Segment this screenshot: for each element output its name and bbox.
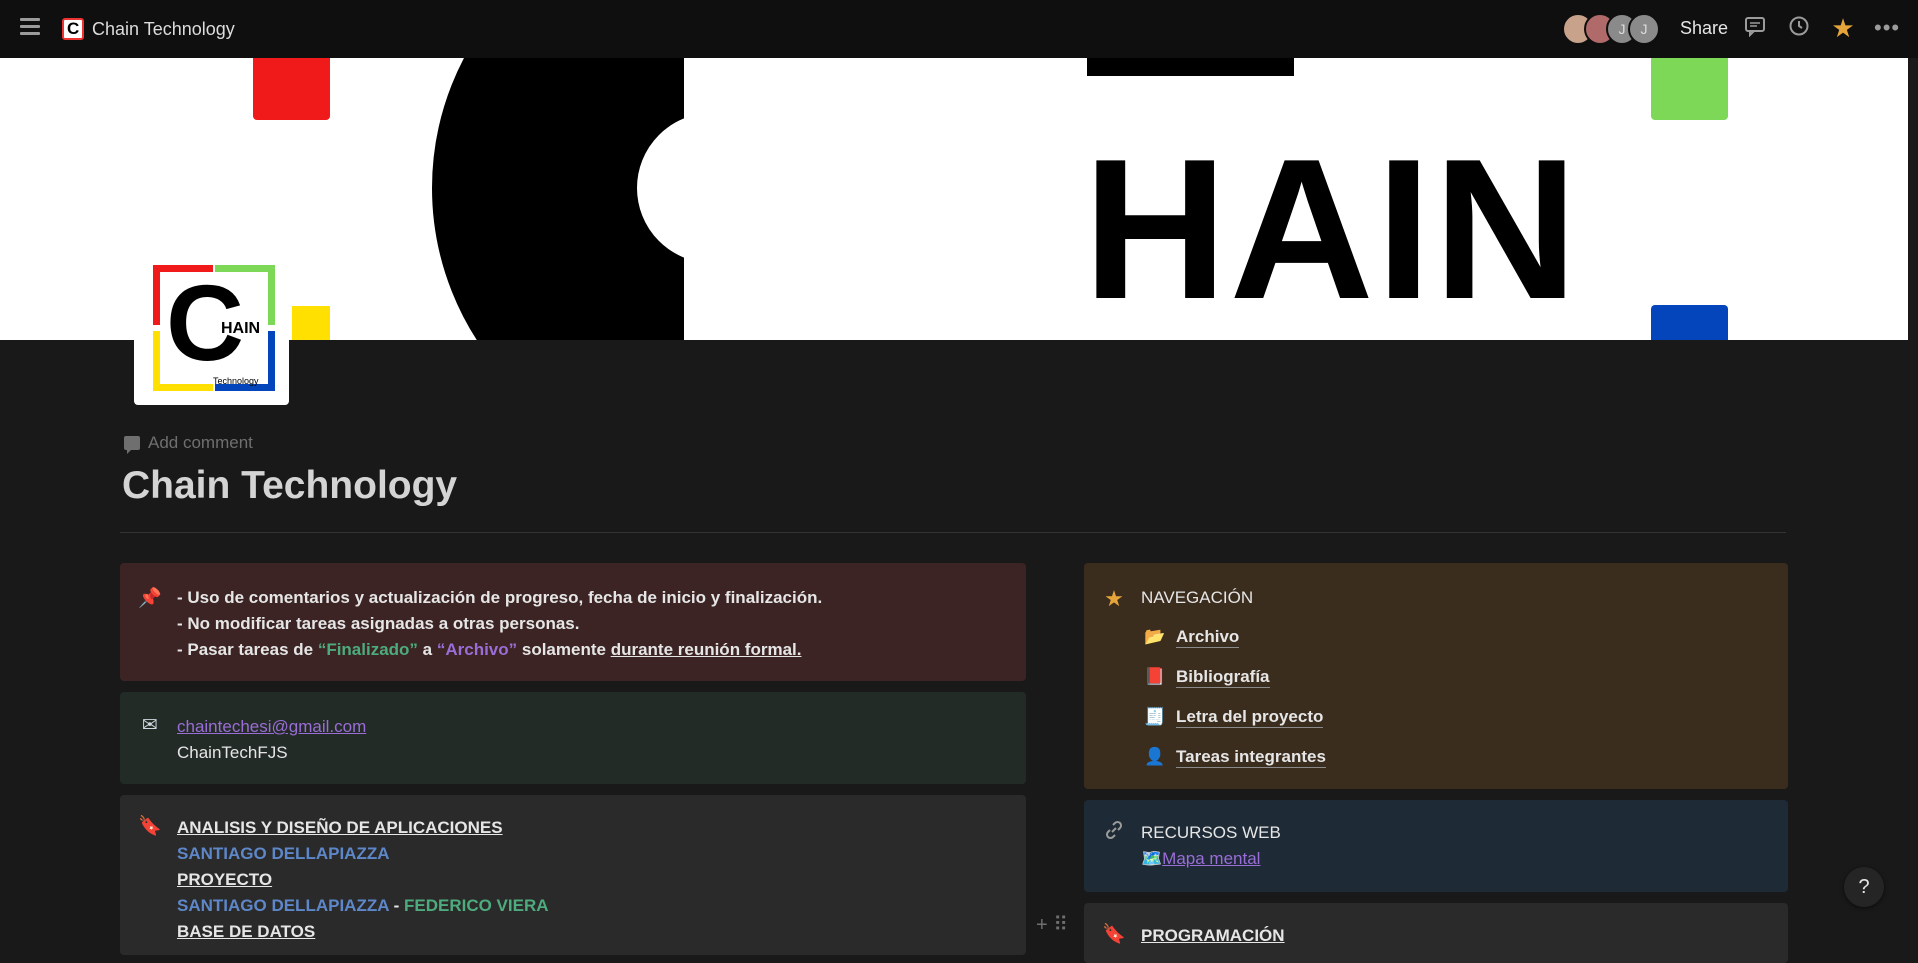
divider xyxy=(120,532,1786,533)
rule-line: - No modificar tareas asignadas a otras … xyxy=(177,614,580,633)
link-icon xyxy=(1102,820,1126,844)
comments-icon[interactable] xyxy=(1742,15,1768,41)
email-link[interactable]: chaintechesi@gmail.com xyxy=(177,714,366,740)
book-icon: 📕 xyxy=(1144,667,1166,686)
navigation-heading: NAVEGACIÓN xyxy=(1141,588,1254,607)
bookmark-book-icon: 🔖 xyxy=(138,816,162,837)
subject-people: SANTIAGO DELLAPIAZZA - FEDERICO VIERA xyxy=(177,896,549,915)
subject-title: PROYECTO xyxy=(177,870,273,889)
contact-callout[interactable]: ✉ chaintechesi@gmail.com ChainTechFJS xyxy=(120,692,1026,784)
rules-callout[interactable]: 📌 - Uso de comentarios y actualización d… xyxy=(120,563,1026,681)
star-icon: ★ xyxy=(1104,586,1124,611)
person-icon: 👤 xyxy=(1144,747,1166,766)
add-comment-label: Add comment xyxy=(148,433,253,452)
rule-line: - Pasar tareas de “Finalizado” a “Archiv… xyxy=(177,640,802,659)
nav-item-letra-proyecto[interactable]: 🧾 Letra del proyecto xyxy=(1144,697,1326,737)
web-resources-heading: RECURSOS WEB xyxy=(1141,823,1281,842)
avatar[interactable]: J xyxy=(1628,13,1660,45)
nav-item-bibliografia[interactable]: 📕 Bibliografía xyxy=(1144,657,1326,697)
top-bar: C Chain Technology J J Share ★ ••• xyxy=(0,0,1918,58)
envelope-icon: ✉ xyxy=(142,715,158,736)
workspace-title[interactable]: Chain Technology xyxy=(92,19,235,40)
logo-hain: HAIN xyxy=(221,320,261,337)
pushpin-icon: 📌 xyxy=(138,588,162,609)
subject-person: SANTIAGO DELLAPIAZZA xyxy=(177,844,390,863)
cover-bar xyxy=(1087,58,1294,76)
cover-c-letter xyxy=(432,58,684,340)
comment-icon xyxy=(124,436,140,454)
menu-icon[interactable] xyxy=(20,18,40,36)
page-icon-logo[interactable]: C HAIN Technology xyxy=(134,260,289,405)
subjects-callout[interactable]: 🔖 ANALISIS Y DISEÑO DE APLICACIONES SANT… xyxy=(120,795,1026,955)
navigation-callout[interactable]: ★ NAVEGACIÓN 📂 Archivo 📕 Bibliografía 🧾 … xyxy=(1084,563,1788,789)
logo-technology: Technology xyxy=(213,376,259,386)
programming-callout[interactable]: 🔖 PROGRAMACIÓN xyxy=(1084,903,1788,963)
cover-blue-square xyxy=(1651,305,1728,340)
bookmark-book-icon: 🔖 xyxy=(1102,924,1126,945)
cover-green-square xyxy=(1651,58,1728,120)
folder-icon: 📂 xyxy=(1144,627,1166,646)
mind-map-link[interactable]: 🗺️Mapa mental xyxy=(1141,846,1281,872)
map-icon: 🗺️ xyxy=(1141,849,1163,868)
nav-item-tareas-integrantes[interactable]: 👤 Tareas integrantes xyxy=(1144,737,1326,777)
rule-line: - Uso de comentarios y actualización de … xyxy=(177,588,823,607)
more-options-icon[interactable]: ••• xyxy=(1874,15,1900,41)
favorite-star-icon[interactable]: ★ xyxy=(1830,15,1856,41)
document-icon: 🧾 xyxy=(1144,707,1166,726)
programming-heading: PROGRAMACIÓN xyxy=(1141,926,1285,945)
history-clock-icon[interactable] xyxy=(1786,15,1812,41)
navigation-list: 📂 Archivo 📕 Bibliografía 🧾 Letra del pro… xyxy=(1144,617,1326,777)
web-resources-callout[interactable]: RECURSOS WEB 🗺️Mapa mental xyxy=(1084,800,1788,892)
subject-title: ANALISIS Y DISEÑO DE APLICACIONES xyxy=(177,818,503,837)
nav-item-archivo[interactable]: 📂 Archivo xyxy=(1144,617,1326,657)
handle-text: ChainTechFJS xyxy=(177,743,288,762)
add-comment-button[interactable]: Add comment xyxy=(124,433,253,454)
help-button[interactable]: ? xyxy=(1844,867,1884,907)
block-add-drag-handle[interactable]: + ⠿ xyxy=(1036,912,1068,937)
page-title[interactable]: Chain Technology xyxy=(122,464,457,508)
share-button[interactable]: Share xyxy=(1680,18,1728,39)
cover-text: HAIN xyxy=(1083,118,1580,340)
cover-yellow-square xyxy=(292,306,330,340)
workspace-favicon: C xyxy=(62,18,84,40)
subject-title: BASE DE DATOS xyxy=(177,922,316,941)
cover-red-square xyxy=(253,58,330,120)
avatar-stack[interactable]: J J xyxy=(1562,13,1662,45)
